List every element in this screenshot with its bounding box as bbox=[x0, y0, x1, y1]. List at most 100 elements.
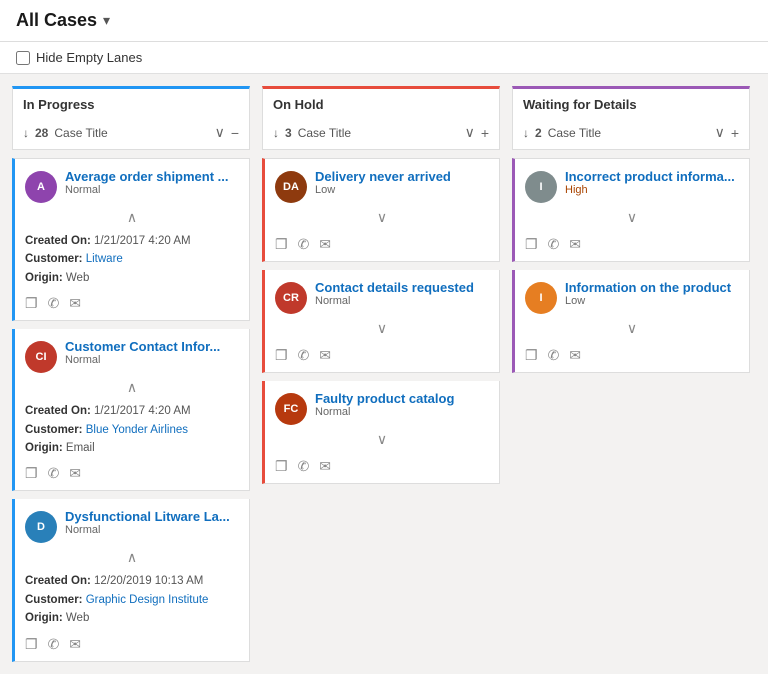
card-priority: High bbox=[565, 184, 739, 196]
chevron-down-icon[interactable]: ▾ bbox=[103, 12, 110, 29]
sort-icon: ↓ bbox=[273, 126, 279, 140]
copy-icon[interactable]: ❐ bbox=[525, 347, 538, 364]
card-header: CR Contact details requested Normal bbox=[275, 280, 489, 314]
card-title[interactable]: Contact details requested bbox=[315, 280, 489, 295]
lane-header-waiting: Waiting for Details bbox=[512, 86, 750, 120]
card-title[interactable]: Faulty product catalog bbox=[315, 391, 489, 406]
hide-empty-label: Hide Empty Lanes bbox=[36, 50, 142, 65]
avatar: I bbox=[525, 282, 557, 314]
origin-label: Origin: bbox=[25, 442, 63, 454]
lane-subheader-in-progress: ↓ 28 Case Title ∨ − bbox=[12, 120, 250, 150]
card-actions: ❐ ✆ ✉ bbox=[275, 458, 489, 475]
origin-value: Web bbox=[66, 272, 89, 284]
chevron-down-icon[interactable]: ∨ bbox=[275, 207, 489, 228]
chevron-up-icon[interactable]: ∧ bbox=[25, 547, 239, 568]
chevron-up-icon[interactable]: ∧ bbox=[25, 207, 239, 228]
card-title[interactable]: Average order shipment ... bbox=[65, 169, 239, 184]
sort-icon: ↓ bbox=[523, 126, 529, 140]
origin-label: Origin: bbox=[25, 612, 63, 624]
table-row: CI Customer Contact Infor... Normal ∧ Cr… bbox=[12, 329, 250, 491]
email-icon[interactable]: ✉ bbox=[569, 347, 581, 364]
customer-label: Customer: bbox=[25, 253, 83, 265]
card-title[interactable]: Dysfunctional Litware La... bbox=[65, 509, 239, 524]
phone-icon[interactable]: ✆ bbox=[548, 236, 560, 253]
card-info: Delivery never arrived Low bbox=[315, 169, 489, 196]
email-icon[interactable]: ✉ bbox=[319, 347, 331, 364]
chevron-down-icon[interactable]: ∨ bbox=[525, 207, 739, 228]
chevron-down-icon[interactable]: ∨ bbox=[275, 318, 489, 339]
avatar: DA bbox=[275, 171, 307, 203]
table-row: CR Contact details requested Normal ∨ ❐ … bbox=[262, 270, 500, 373]
toolbar: Hide Empty Lanes bbox=[0, 42, 768, 74]
plus-icon[interactable]: + bbox=[481, 125, 489, 141]
chevron-down-col-icon[interactable]: ∨ bbox=[465, 124, 475, 141]
copy-icon[interactable]: ❐ bbox=[275, 458, 288, 475]
card-header: CI Customer Contact Infor... Normal bbox=[25, 339, 239, 373]
table-row: FC Faulty product catalog Normal ∨ ❐ ✆ ✉ bbox=[262, 381, 500, 484]
chevron-down-col-icon[interactable]: ∨ bbox=[715, 124, 725, 141]
lane-title: On Hold bbox=[273, 97, 324, 112]
copy-icon[interactable]: ❐ bbox=[25, 295, 38, 312]
copy-icon[interactable]: ❐ bbox=[275, 347, 288, 364]
copy-icon[interactable]: ❐ bbox=[25, 465, 38, 482]
card-title[interactable]: Information on the product bbox=[565, 280, 739, 295]
card-actions: ❐ ✆ ✉ bbox=[25, 295, 239, 312]
hide-empty-checkbox[interactable] bbox=[16, 51, 30, 65]
phone-icon[interactable]: ✆ bbox=[298, 458, 310, 475]
avatar: CI bbox=[25, 341, 57, 373]
lane-in-progress: In Progress ↓ 28 Case Title ∨ − A Averag… bbox=[12, 86, 250, 662]
card-info: Incorrect product informa... High bbox=[565, 169, 739, 196]
phone-icon[interactable]: ✆ bbox=[548, 347, 560, 364]
email-icon[interactable]: ✉ bbox=[319, 458, 331, 475]
created-label: Created On: bbox=[25, 235, 91, 247]
email-icon[interactable]: ✉ bbox=[69, 295, 81, 312]
avatar: FC bbox=[275, 393, 307, 425]
phone-icon[interactable]: ✆ bbox=[48, 636, 60, 653]
page-title: All Cases bbox=[16, 10, 97, 31]
phone-icon[interactable]: ✆ bbox=[48, 295, 60, 312]
board: In Progress ↓ 28 Case Title ∨ − A Averag… bbox=[0, 74, 768, 674]
created-value: 1/21/2017 4:20 AM bbox=[94, 235, 191, 247]
phone-icon[interactable]: ✆ bbox=[298, 347, 310, 364]
chevron-down-icon[interactable]: ∨ bbox=[275, 429, 489, 450]
email-icon[interactable]: ✉ bbox=[69, 636, 81, 653]
col-title: Case Title bbox=[548, 126, 709, 140]
email-icon[interactable]: ✉ bbox=[69, 465, 81, 482]
email-icon[interactable]: ✉ bbox=[319, 236, 331, 253]
chevron-up-icon[interactable]: ∧ bbox=[25, 377, 239, 398]
copy-icon[interactable]: ❐ bbox=[275, 236, 288, 253]
card-title[interactable]: Customer Contact Infor... bbox=[65, 339, 239, 354]
phone-icon[interactable]: ✆ bbox=[48, 465, 60, 482]
card-details: Created On: 12/20/2019 10:13 AM Customer… bbox=[25, 572, 239, 627]
phone-icon[interactable]: ✆ bbox=[298, 236, 310, 253]
card-header: A Average order shipment ... Normal bbox=[25, 169, 239, 203]
origin-value: Email bbox=[66, 442, 95, 454]
card-info: Contact details requested Normal bbox=[315, 280, 489, 307]
customer-label: Customer: bbox=[25, 424, 83, 436]
chevron-down-icon[interactable]: ∨ bbox=[525, 318, 739, 339]
table-row: DA Delivery never arrived Low ∨ ❐ ✆ ✉ bbox=[262, 158, 500, 262]
customer-link[interactable]: Litware bbox=[86, 253, 123, 265]
col-title: Case Title bbox=[54, 126, 208, 140]
card-header: FC Faulty product catalog Normal bbox=[275, 391, 489, 425]
copy-icon[interactable]: ❐ bbox=[525, 236, 538, 253]
lane-count: 28 bbox=[35, 126, 48, 140]
minus-icon[interactable]: − bbox=[231, 125, 239, 141]
customer-link[interactable]: Graphic Design Institute bbox=[86, 594, 209, 606]
plus-icon[interactable]: + bbox=[731, 125, 739, 141]
chevron-down-col-icon[interactable]: ∨ bbox=[215, 124, 225, 141]
table-row: I Information on the product Low ∨ ❐ ✆ ✉ bbox=[512, 270, 750, 373]
email-icon[interactable]: ✉ bbox=[569, 236, 581, 253]
copy-icon[interactable]: ❐ bbox=[25, 636, 38, 653]
card-priority: Normal bbox=[65, 354, 239, 366]
customer-link[interactable]: Blue Yonder Airlines bbox=[86, 424, 188, 436]
hide-empty-lanes-toggle[interactable]: Hide Empty Lanes bbox=[16, 50, 142, 65]
card-info: Dysfunctional Litware La... Normal bbox=[65, 509, 239, 536]
card-actions: ❐ ✆ ✉ bbox=[525, 236, 739, 253]
table-row: A Average order shipment ... Normal ∧ Cr… bbox=[12, 158, 250, 321]
card-actions: ❐ ✆ ✉ bbox=[25, 636, 239, 653]
card-title[interactable]: Incorrect product informa... bbox=[565, 169, 739, 184]
table-row: D Dysfunctional Litware La... Normal ∧ C… bbox=[12, 499, 250, 661]
lane-title: Waiting for Details bbox=[523, 97, 637, 112]
card-title[interactable]: Delivery never arrived bbox=[315, 169, 489, 184]
